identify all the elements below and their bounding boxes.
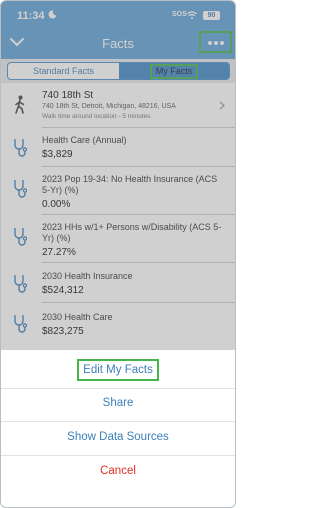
app-frame: 11:34 SOS 90 Facts Standard Facts My Fac… bbox=[0, 0, 236, 508]
edit-my-facts-button[interactable]: Edit My Facts bbox=[1, 353, 235, 387]
cancel-button[interactable]: Cancel bbox=[1, 454, 235, 488]
share-button[interactable]: Share bbox=[1, 386, 235, 420]
action-sheet: Edit My Facts Share Show Data Sources Ca… bbox=[1, 350, 235, 507]
show-data-sources-button[interactable]: Show Data Sources bbox=[1, 420, 235, 454]
edit-my-facts-label: Edit My Facts bbox=[77, 359, 159, 381]
